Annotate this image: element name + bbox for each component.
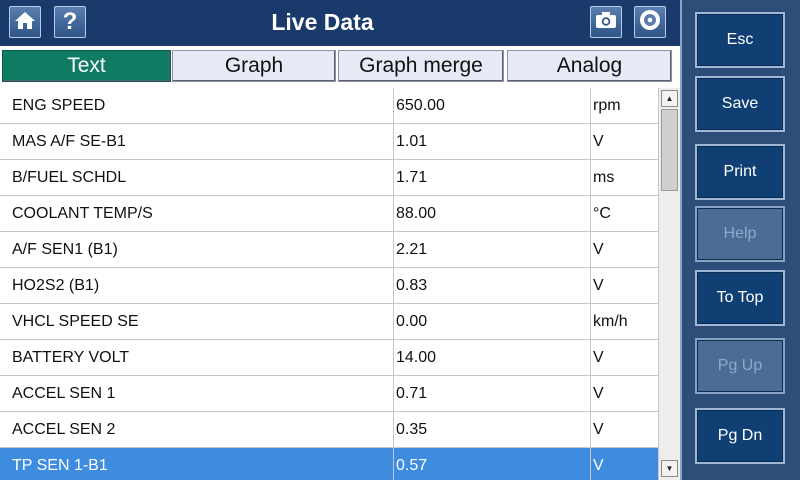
esc-button[interactable]: Esc bbox=[695, 12, 785, 68]
parameter-unit: rpm bbox=[593, 97, 621, 114]
parameter-value: 1.71 bbox=[396, 169, 428, 186]
side-panel: Esc Save Print Help To Top Pg Up Pg Dn bbox=[680, 0, 800, 480]
table-row[interactable]: HO2S2 (B1) 0.83 V bbox=[0, 268, 658, 304]
parameter-name: VHCL SPEED SE bbox=[12, 313, 139, 330]
home-button[interactable] bbox=[9, 6, 41, 38]
parameter-value: 0.00 bbox=[396, 313, 428, 330]
table-row[interactable]: B/FUEL SCHDL 1.71 ms bbox=[0, 160, 658, 196]
scroll-up-arrow-icon[interactable]: ▲ bbox=[661, 90, 678, 107]
parameter-unit: V bbox=[593, 277, 604, 294]
tab-bar: Text Graph Graph merge Analog bbox=[0, 46, 680, 88]
help-button[interactable]: ? bbox=[54, 6, 86, 38]
parameter-name: HO2S2 (B1) bbox=[12, 277, 100, 294]
parameter-unit: ms bbox=[593, 169, 615, 186]
table-row-selected[interactable]: TP SEN 1-B1 0.57 V bbox=[0, 448, 658, 480]
parameter-value: 0.57 bbox=[396, 457, 428, 474]
parameter-value: 2.21 bbox=[396, 241, 428, 258]
save-button[interactable]: Save bbox=[695, 76, 785, 132]
top-bar: ? Live Data bbox=[0, 0, 680, 46]
parameter-unit: V bbox=[593, 133, 604, 150]
page-up-button-disabled[interactable]: Pg Up bbox=[695, 338, 785, 394]
parameter-name: COOLANT TEMP/S bbox=[12, 205, 153, 222]
parameter-name: B/FUEL SCHDL bbox=[12, 169, 127, 186]
parameter-name: TP SEN 1-B1 bbox=[12, 457, 108, 474]
parameter-unit: V bbox=[593, 241, 604, 258]
help-button-disabled[interactable]: Help bbox=[695, 206, 785, 262]
parameter-name: ACCEL SEN 2 bbox=[12, 421, 116, 438]
parameter-name: ENG SPEED bbox=[12, 97, 106, 114]
parameter-unit: V bbox=[593, 349, 604, 366]
screenshot-button[interactable] bbox=[590, 6, 622, 38]
camera-icon bbox=[594, 10, 618, 35]
home-icon bbox=[14, 10, 36, 35]
tab-analog[interactable]: Analog bbox=[507, 50, 672, 82]
parameter-name: A/F SEN1 (B1) bbox=[12, 241, 118, 258]
parameter-unit: V bbox=[593, 457, 604, 474]
disc-icon bbox=[638, 8, 662, 37]
parameter-name: MAS A/F SE-B1 bbox=[12, 133, 126, 150]
parameter-value: 0.35 bbox=[396, 421, 428, 438]
tab-text[interactable]: Text bbox=[2, 50, 171, 82]
parameter-name: ACCEL SEN 1 bbox=[12, 385, 116, 402]
table-row[interactable]: MAS A/F SE-B1 1.01 V bbox=[0, 124, 658, 160]
table-row[interactable]: COOLANT TEMP/S 88.00 °C bbox=[0, 196, 658, 232]
parameter-value: 14.00 bbox=[396, 349, 437, 366]
parameter-value: 88.00 bbox=[396, 205, 437, 222]
page-down-button[interactable]: Pg Dn bbox=[695, 408, 785, 464]
print-button[interactable]: Print bbox=[695, 144, 785, 200]
parameter-value: 650.00 bbox=[396, 97, 445, 114]
tab-graph-merge[interactable]: Graph merge bbox=[338, 50, 504, 82]
vertical-scrollbar[interactable]: ▲ ▼ bbox=[658, 88, 680, 480]
table-row[interactable]: ACCEL SEN 2 0.35 V bbox=[0, 412, 658, 448]
parameter-value: 1.01 bbox=[396, 133, 428, 150]
parameter-value: 0.83 bbox=[396, 277, 428, 294]
parameter-unit: km/h bbox=[593, 313, 628, 330]
scrollbar-thumb[interactable] bbox=[661, 109, 678, 191]
parameter-unit: °C bbox=[593, 205, 611, 222]
parameter-name: BATTERY VOLT bbox=[12, 349, 130, 366]
to-top-button[interactable]: To Top bbox=[695, 270, 785, 326]
table-row[interactable]: ENG SPEED 650.00 rpm bbox=[0, 88, 658, 124]
column-divider bbox=[393, 88, 394, 480]
parameter-value: 0.71 bbox=[396, 385, 428, 402]
table-row[interactable]: ACCEL SEN 1 0.71 V bbox=[0, 376, 658, 412]
parameter-unit: V bbox=[593, 385, 604, 402]
live-data-table: ENG SPEED 650.00 rpm MAS A/F SE-B1 1.01 … bbox=[0, 88, 658, 480]
table-row[interactable]: A/F SEN1 (B1) 2.21 V bbox=[0, 232, 658, 268]
disc-button[interactable] bbox=[634, 6, 666, 38]
column-divider bbox=[590, 88, 591, 480]
table-row[interactable]: BATTERY VOLT 14.00 V bbox=[0, 340, 658, 376]
table-row[interactable]: VHCL SPEED SE 0.00 km/h bbox=[0, 304, 658, 340]
page-title: Live Data bbox=[271, 9, 374, 35]
help-icon: ? bbox=[62, 8, 78, 35]
scroll-down-arrow-icon[interactable]: ▼ bbox=[661, 460, 678, 477]
parameter-unit: V bbox=[593, 421, 604, 438]
tab-graph[interactable]: Graph bbox=[172, 50, 336, 82]
